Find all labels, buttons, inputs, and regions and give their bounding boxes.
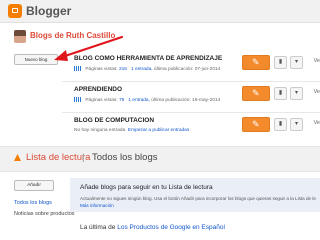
app-title: Blogger: [26, 4, 72, 18]
nav-all-blogs[interactable]: Todos los blogs: [14, 200, 52, 206]
header-separator: |: [82, 152, 85, 163]
stats-button[interactable]: ▮: [274, 56, 287, 69]
info-title: Añade blogs para seguir en tu Lista de l…: [80, 184, 213, 191]
blogger-logo-icon[interactable]: [8, 4, 22, 18]
blog-meta: No hay ninguna entrada. Empezar a public…: [74, 128, 189, 133]
view-blog-link[interactable]: Ve: [314, 89, 320, 95]
stats-icon: [74, 97, 81, 102]
divider: [62, 112, 320, 113]
more-info-link[interactable]: Más información: [80, 203, 114, 208]
avatar[interactable]: [14, 30, 26, 43]
all-blogs-heading: Todos los blogs: [92, 152, 158, 163]
dropdown-arrow-icon[interactable]: ▾: [290, 87, 303, 100]
entries-link[interactable]: 1 entrada,: [128, 98, 150, 103]
footer-news: La última de Los Productos de Google en …: [80, 224, 225, 231]
dropdown-arrow-icon[interactable]: ▾: [290, 56, 303, 69]
edit-pencil-icon[interactable]: [242, 117, 270, 132]
last-published: última publicación: 07-jun-2014: [153, 67, 221, 72]
view-blog-link[interactable]: Ve: [314, 58, 320, 64]
blog-title[interactable]: BLOG DE COMPUTACION: [74, 117, 154, 124]
start-publishing-link[interactable]: Empezar a publicar entradas: [128, 128, 189, 133]
view-blog-link[interactable]: Ve: [314, 120, 320, 126]
edit-pencil-icon[interactable]: [242, 86, 270, 101]
reading-list-title: Lista de lectura: [26, 152, 91, 163]
stats-button[interactable]: ▮: [274, 118, 287, 131]
blog-title[interactable]: APRENDIENDO: [74, 86, 122, 93]
entries-link[interactable]: 1 entrada,: [131, 67, 153, 72]
blog-title[interactable]: BLOG COMO HERRAMIENTA DE APRENDIZAJE: [74, 55, 222, 62]
divider: [62, 81, 320, 82]
blog-row: BLOG COMO HERRAMIENTA DE APRENDIZAJE Pág…: [62, 53, 320, 79]
edit-pencil-icon[interactable]: [242, 55, 270, 70]
dropdown-arrow-icon[interactable]: ▾: [290, 118, 303, 131]
stats-button[interactable]: ▮: [274, 87, 287, 100]
last-published: última publicación: 16-may-2014: [151, 98, 221, 103]
blog-row: APRENDIENDO Páginas vistas: 75 1 entrada…: [62, 84, 320, 110]
pageviews-count[interactable]: 216: [119, 67, 127, 72]
no-entries-text: No hay ninguna entrada.: [74, 128, 127, 133]
blog-row: BLOG DE COMPUTACION No hay ninguna entra…: [62, 115, 320, 141]
info-description: Actualmente no sigues ningún blog. Usa e…: [80, 196, 316, 201]
stats-icon: [74, 66, 81, 71]
pageviews-count[interactable]: 75: [119, 98, 124, 103]
blog-meta: Páginas vistas: 216 1 entrada, última pu…: [74, 66, 220, 72]
add-button[interactable]: Añadir: [14, 180, 54, 191]
blog-meta: Páginas vistas: 75 1 entrada, última pub…: [74, 97, 220, 103]
reading-list-info: Añade blogs para seguir en tu Lista de l…: [70, 178, 320, 212]
google-products-link[interactable]: Los Productos de Google en Español: [117, 224, 225, 231]
nav-product-news[interactable]: Noticias sobre productos: [14, 211, 75, 217]
